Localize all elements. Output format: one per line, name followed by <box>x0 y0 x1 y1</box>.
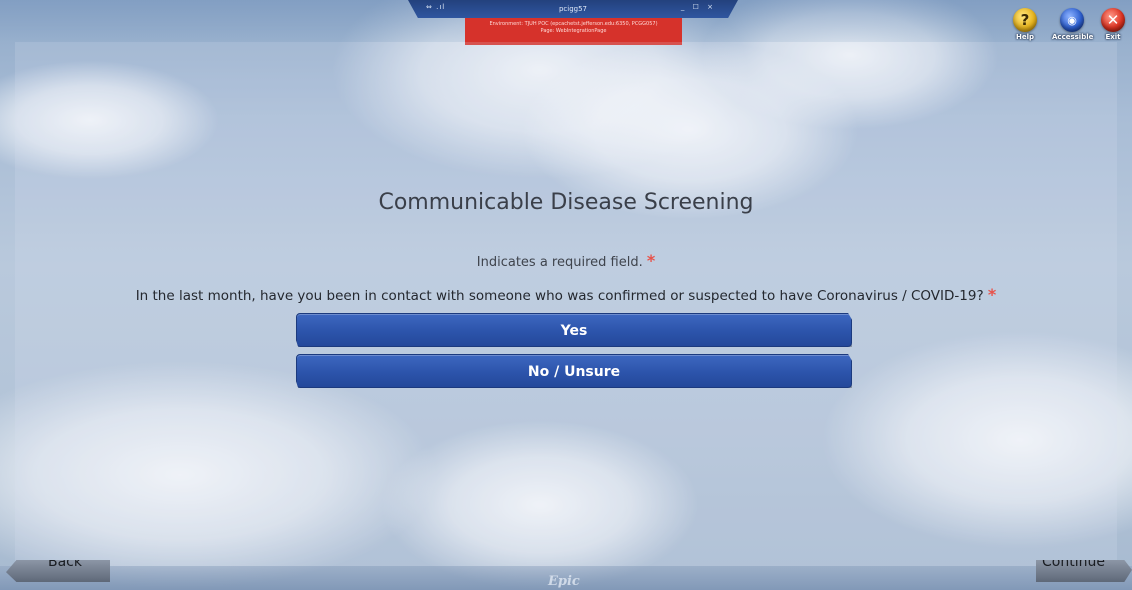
accessibility-icon: ◉ <box>1060 8 1084 32</box>
continue-button[interactable]: Continue <box>1036 560 1132 582</box>
close-icon: ✕ <box>1101 8 1125 32</box>
yes-button[interactable]: Yes <box>296 313 852 347</box>
required-asterisk: * <box>987 285 997 304</box>
kiosk-screen: ⇔ .ıl pcigg57 _ ☐ × Environment: TJUH PO… <box>0 0 1132 590</box>
required-field-note: Indicates a required field. * <box>0 251 1132 270</box>
accessible-label: Accessible <box>1052 33 1094 41</box>
question-text: In the last month, have you been in cont… <box>135 288 984 304</box>
environment-info: Environment: TJUH POC (epcachetst.jeffer… <box>489 21 658 27</box>
help-label: Help <box>1015 33 1035 41</box>
exit-button[interactable]: ✕ Exit <box>1098 8 1128 41</box>
environment-page: Page: WebIntegrationPage <box>540 28 607 34</box>
continue-label: Continue <box>1042 560 1105 570</box>
content-panel <box>15 42 1117 566</box>
help-icon: ? <box>1013 8 1037 32</box>
help-button[interactable]: ? Help <box>1010 8 1040 41</box>
window-controls[interactable]: _ ☐ × <box>681 3 716 11</box>
environment-banner: Environment: TJUH POC (epcachetst.jeffer… <box>465 18 682 45</box>
epic-logo: Epic <box>548 574 580 589</box>
screening-question: In the last month, have you been in cont… <box>0 285 1132 304</box>
no-unsure-button[interactable]: No / Unsure <box>296 354 852 388</box>
back-button[interactable]: Back <box>6 560 110 582</box>
accessible-button[interactable]: ◉ Accessible <box>1052 8 1094 41</box>
page-title: Communicable Disease Screening <box>378 190 754 215</box>
required-note-text: Indicates a required field. <box>476 255 643 270</box>
back-label: Back <box>48 560 82 570</box>
required-asterisk: * <box>646 251 656 270</box>
exit-label: Exit <box>1105 33 1121 41</box>
window-title-tab: ⇔ .ıl pcigg57 _ ☐ × <box>408 0 738 18</box>
